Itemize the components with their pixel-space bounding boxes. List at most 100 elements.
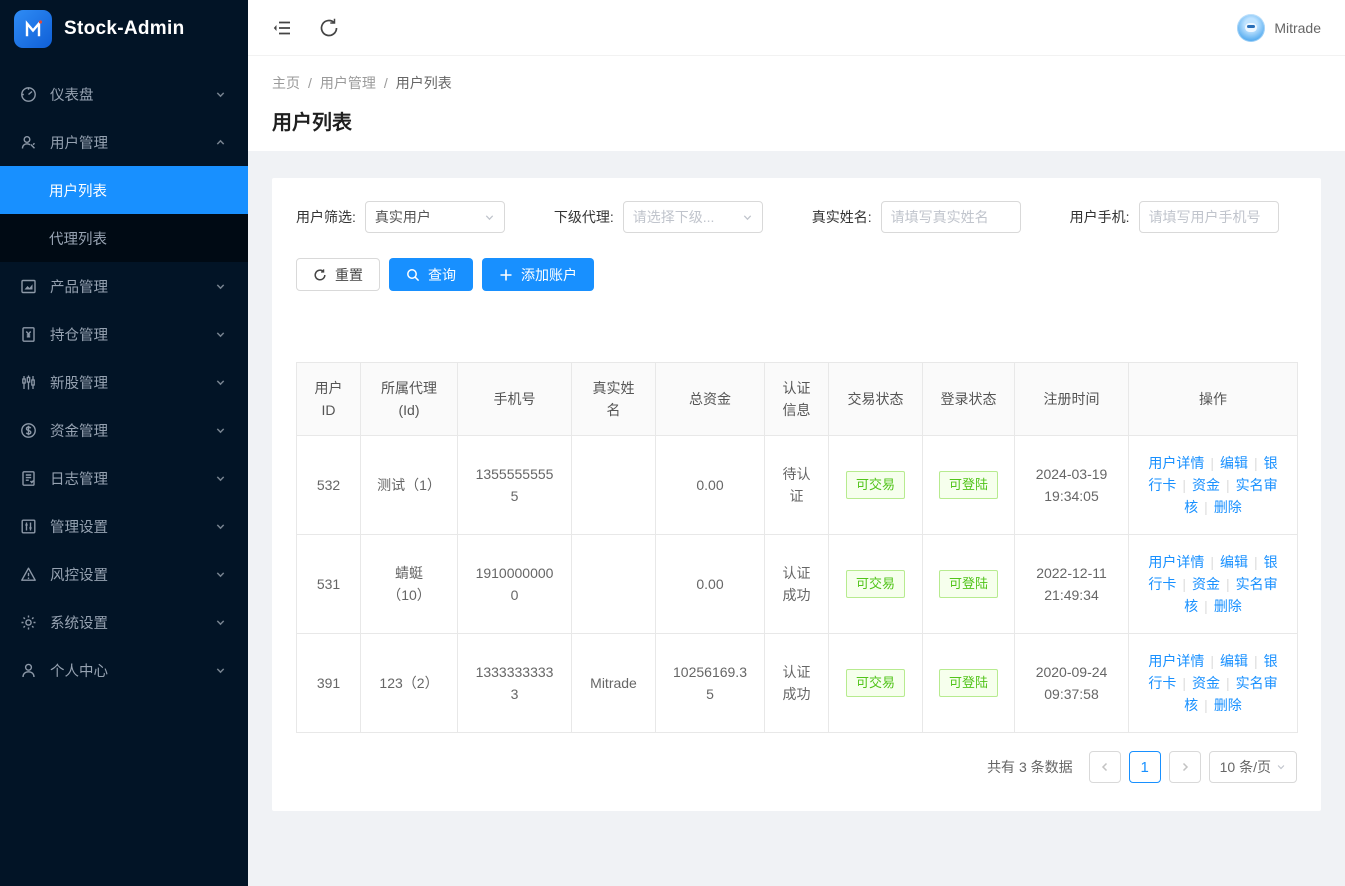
admin-settings-icon bbox=[20, 518, 37, 535]
pagination-next-button[interactable] bbox=[1169, 751, 1201, 783]
sidebar-item-label: 系统设置 bbox=[50, 612, 215, 633]
sidebar-item-log-management[interactable]: 日志管理 bbox=[0, 454, 248, 502]
delete-link[interactable]: 删除 bbox=[1214, 499, 1242, 515]
login-status-badge: 可登陆 bbox=[939, 669, 998, 697]
user-detail-link[interactable]: 用户详情 bbox=[1148, 653, 1204, 669]
user-menu[interactable]: Mitrade bbox=[1237, 14, 1321, 42]
sidebar-item-dashboard[interactable]: 仪表盘 bbox=[0, 70, 248, 118]
edit-link[interactable]: 编辑 bbox=[1220, 554, 1248, 570]
login-status-badge: 可登陆 bbox=[939, 471, 998, 499]
sidebar-item-agent-list[interactable]: 代理列表 bbox=[0, 214, 248, 262]
breadcrumb-user-management[interactable]: 用户管理 bbox=[320, 73, 376, 93]
topbar: Mitrade bbox=[248, 0, 1345, 56]
action-separator: | bbox=[1226, 576, 1230, 592]
sidebar-item-label: 资金管理 bbox=[50, 420, 215, 441]
breadcrumb-home[interactable]: 主页 bbox=[272, 73, 300, 93]
action-separator: | bbox=[1210, 455, 1214, 471]
funds-dollar-icon bbox=[20, 422, 37, 439]
cell-total-funds: 0.00 bbox=[656, 436, 765, 535]
cell-phone: 19100000000 bbox=[458, 535, 572, 634]
funds-link[interactable]: 资金 bbox=[1192, 576, 1220, 592]
cell-user-id: 391 bbox=[297, 634, 361, 733]
col-total-funds: 总资金 bbox=[656, 363, 765, 436]
sidebar-item-product-management[interactable]: 产品管理 bbox=[0, 262, 248, 310]
add-account-button[interactable]: 添加账户 bbox=[482, 258, 594, 291]
query-button[interactable]: 查询 bbox=[389, 258, 473, 291]
sidebar-item-label: 持仓管理 bbox=[50, 324, 215, 345]
chevron-down-icon bbox=[215, 617, 226, 628]
cell-reg-time: 2024-03-19 19:34:05 bbox=[1015, 436, 1129, 535]
pagination-prev-button[interactable] bbox=[1089, 751, 1121, 783]
action-separator: | bbox=[1182, 675, 1186, 691]
action-separator: | bbox=[1182, 477, 1186, 493]
sidebar-item-label: 日志管理 bbox=[50, 468, 215, 489]
delete-link[interactable]: 删除 bbox=[1214, 697, 1242, 713]
edit-link[interactable]: 编辑 bbox=[1220, 455, 1248, 471]
cell-real-name bbox=[572, 436, 656, 535]
sidebar-item-user-list[interactable]: 用户列表 bbox=[0, 166, 248, 214]
breadcrumb-separator: / bbox=[308, 75, 312, 91]
table-row: 531 蜻蜓（10） 19100000000 0.00 认证成功 可交易 可登陆… bbox=[297, 535, 1298, 634]
app-logo[interactable]: Stock-Admin bbox=[0, 0, 248, 58]
submenu-item-label: 用户列表 bbox=[49, 180, 107, 201]
pagination-page-1[interactable]: 1 bbox=[1129, 751, 1161, 783]
chevron-up-icon bbox=[215, 137, 226, 148]
cell-auth-info: 认证成功 bbox=[765, 535, 829, 634]
action-separator: | bbox=[1210, 554, 1214, 570]
action-separator: | bbox=[1204, 598, 1208, 614]
user-list-card: 用户筛选: 真实用户 下级代理: 请选择下级... bbox=[272, 178, 1321, 811]
chevron-down-icon bbox=[215, 329, 226, 340]
sidebar: Stock-Admin 仪表盘 用户管理 bbox=[0, 0, 248, 886]
chevron-down-icon bbox=[215, 665, 226, 676]
profile-person-icon bbox=[20, 662, 37, 679]
real-name-input[interactable] bbox=[891, 209, 1011, 225]
breadcrumb-separator: / bbox=[384, 75, 388, 91]
sidebar-item-label: 仪表盘 bbox=[50, 84, 215, 105]
action-separator: | bbox=[1210, 653, 1214, 669]
app-logo-icon bbox=[14, 10, 52, 48]
cell-total-funds: 0.00 bbox=[656, 535, 765, 634]
sidebar-item-funds-management[interactable]: 资金管理 bbox=[0, 406, 248, 454]
sidebar-item-user-management[interactable]: 用户管理 bbox=[0, 118, 248, 166]
sidebar-item-system-settings[interactable]: 系统设置 bbox=[0, 598, 248, 646]
filter-row: 用户筛选: 真实用户 下级代理: 请选择下级... bbox=[296, 201, 1308, 233]
dashboard-icon bbox=[20, 86, 37, 103]
user-detail-link[interactable]: 用户详情 bbox=[1148, 455, 1204, 471]
sidebar-item-risk-settings[interactable]: 风控设置 bbox=[0, 550, 248, 598]
cell-reg-time: 2020-09-24 09:37:58 bbox=[1015, 634, 1129, 733]
sidebar-item-profile-center[interactable]: 个人中心 bbox=[0, 646, 248, 694]
app-title: Stock-Admin bbox=[64, 18, 184, 40]
sidebar-item-position-management[interactable]: 持仓管理 bbox=[0, 310, 248, 358]
action-separator: | bbox=[1254, 653, 1258, 669]
delete-link[interactable]: 删除 bbox=[1214, 598, 1242, 614]
collapse-sidebar-icon[interactable] bbox=[272, 17, 294, 39]
trade-status-badge: 可交易 bbox=[846, 471, 905, 499]
funds-link[interactable]: 资金 bbox=[1192, 477, 1220, 493]
cell-login-status: 可登陆 bbox=[923, 436, 1015, 535]
col-user-id: 用户ID bbox=[297, 363, 361, 436]
action-separator: | bbox=[1204, 697, 1208, 713]
plus-icon bbox=[499, 268, 513, 282]
refresh-icon[interactable] bbox=[318, 17, 340, 39]
cell-user-id: 532 bbox=[297, 436, 361, 535]
user-phone-input[interactable] bbox=[1149, 209, 1269, 225]
cell-auth-info: 待认证 bbox=[765, 436, 829, 535]
user-type-select[interactable]: 真实用户 bbox=[365, 201, 505, 233]
candlestick-icon bbox=[20, 374, 37, 391]
sidebar-item-admin-settings[interactable]: 管理设置 bbox=[0, 502, 248, 550]
sidebar-item-label: 用户管理 bbox=[50, 132, 215, 153]
filter-sub-agent: 下级代理: 请选择下级... bbox=[554, 201, 763, 233]
reset-icon bbox=[313, 268, 327, 282]
log-file-icon bbox=[20, 470, 37, 487]
action-separator: | bbox=[1182, 576, 1186, 592]
edit-link[interactable]: 编辑 bbox=[1220, 653, 1248, 669]
trade-status-badge: 可交易 bbox=[846, 669, 905, 697]
sidebar-item-new-stock-management[interactable]: 新股管理 bbox=[0, 358, 248, 406]
sub-agent-select[interactable]: 请选择下级... bbox=[623, 201, 763, 233]
page-size-select[interactable]: 10 条/页 bbox=[1209, 751, 1297, 783]
reset-button[interactable]: 重置 bbox=[296, 258, 380, 291]
user-detail-link[interactable]: 用户详情 bbox=[1148, 554, 1204, 570]
user-avatar bbox=[1237, 14, 1265, 42]
cell-total-funds: 10256169.35 bbox=[656, 634, 765, 733]
funds-link[interactable]: 资金 bbox=[1192, 675, 1220, 691]
